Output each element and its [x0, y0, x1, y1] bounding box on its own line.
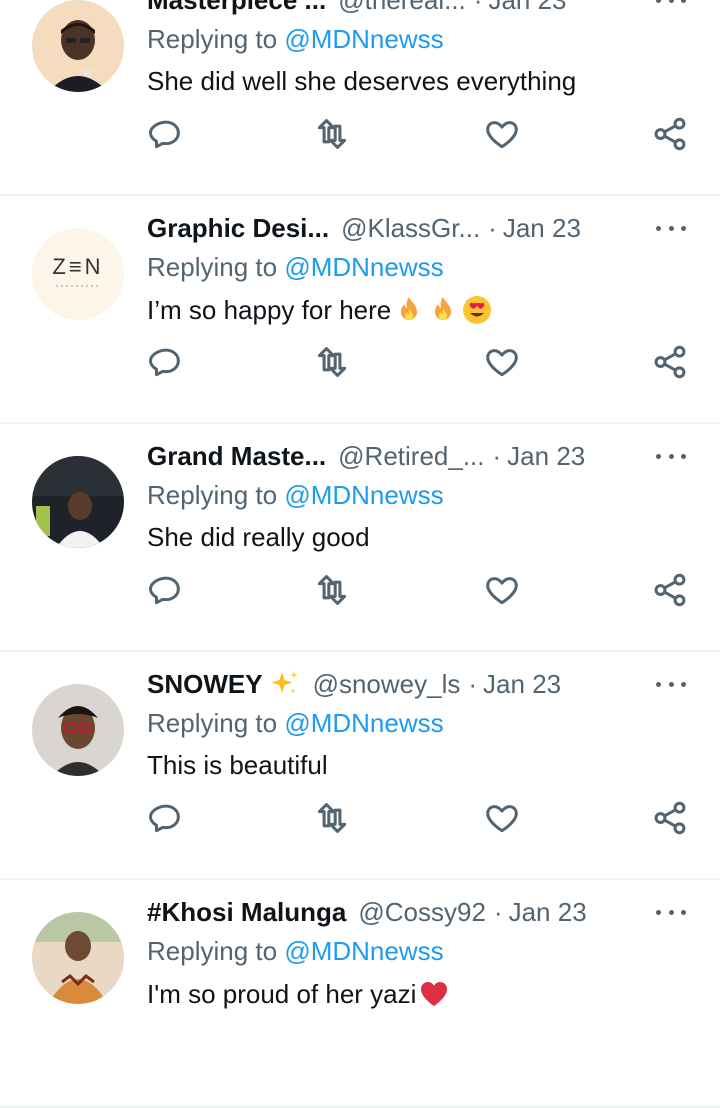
display-name[interactable]: Graphic Desi...	[147, 213, 329, 244]
timestamp[interactable]: Jan 23	[509, 897, 587, 928]
like-icon[interactable]	[483, 115, 521, 153]
heart-eyes-emoji	[461, 294, 493, 326]
replying-to-label: Replying to	[147, 708, 278, 738]
tweet-text: This is beautiful	[147, 750, 328, 781]
more-icon[interactable]	[656, 216, 686, 240]
avatar[interactable]	[32, 912, 124, 1004]
like-icon[interactable]	[483, 799, 521, 837]
tweet[interactable]: SNOWEY @snowey_ls · Jan 23 Replying to @…	[0, 652, 720, 880]
tweet[interactable]: Masterpiece ... @thereal... · Jan 23 Rep…	[0, 0, 720, 196]
replying-to: Replying to @MDNnewss	[147, 24, 444, 55]
avatar[interactable]: Z≡N	[32, 228, 124, 320]
tweet-body: I'm so proud of her yazi	[147, 978, 417, 1009]
separator-dot: ·	[492, 440, 502, 471]
tweet-header: Masterpiece ... @thereal... · Jan 23	[147, 0, 640, 22]
sparkles-emoji	[269, 668, 301, 700]
share-icon[interactable]	[651, 799, 689, 837]
tweet-body: This is beautiful	[147, 750, 328, 780]
replying-to: Replying to @MDNnewss	[147, 252, 444, 283]
tweet-body: She did really good	[147, 522, 370, 552]
mention-link[interactable]: @MDNnewss	[284, 936, 443, 966]
like-icon[interactable]	[483, 343, 521, 381]
action-bar	[147, 799, 689, 839]
mention-link[interactable]: @MDNnewss	[284, 480, 443, 510]
retweet-icon[interactable]	[313, 343, 351, 381]
replying-to-label: Replying to	[147, 24, 278, 54]
avatar[interactable]	[32, 684, 124, 776]
separator-dot: ·	[488, 212, 497, 243]
display-name[interactable]: Grand Maste...	[147, 441, 326, 472]
tweet-header: Grand Maste... @Retired_... · Jan 23	[147, 434, 640, 478]
retweet-icon[interactable]	[313, 115, 351, 153]
more-icon[interactable]	[656, 0, 686, 12]
replying-to-label: Replying to	[147, 480, 278, 510]
fire-emoji	[427, 294, 459, 326]
action-bar	[147, 115, 689, 155]
reply-feed: Masterpiece ... @thereal... · Jan 23 Rep…	[0, 0, 720, 1108]
handle[interactable]: @Cossy92	[358, 897, 486, 928]
timestamp[interactable]: Jan 23	[488, 0, 566, 16]
timestamp[interactable]: Jan 23	[483, 669, 561, 700]
more-icon[interactable]	[656, 444, 686, 468]
action-bar	[147, 571, 689, 611]
like-icon[interactable]	[483, 571, 521, 609]
avatar[interactable]	[32, 0, 124, 92]
handle[interactable]: @snowey_ls	[313, 669, 461, 700]
replying-to: Replying to @MDNnewss	[147, 708, 444, 739]
reply-icon[interactable]	[147, 571, 185, 609]
more-icon[interactable]	[656, 900, 686, 924]
reply-icon[interactable]	[147, 799, 185, 837]
mention-link[interactable]: @MDNnewss	[284, 252, 443, 282]
tweet[interactable]: Grand Maste... @Retired_... · Jan 23 Rep…	[0, 424, 720, 652]
tweet-text: She did well she deserves everything	[147, 66, 576, 97]
tweet[interactable]: #Khosi Malunga @Cossy92 · Jan 23 Replyin…	[0, 880, 720, 1108]
share-icon[interactable]	[651, 343, 689, 381]
tweet-text: I’m so happy for here	[147, 294, 493, 326]
display-name[interactable]: SNOWEY	[147, 669, 263, 700]
replying-to: Replying to @MDNnewss	[147, 480, 444, 511]
mention-link[interactable]: @MDNnewss	[284, 24, 443, 54]
replying-to-label: Replying to	[147, 252, 278, 282]
replying-to: Replying to @MDNnewss	[147, 936, 444, 967]
reply-icon[interactable]	[147, 343, 185, 381]
more-icon[interactable]	[656, 672, 686, 696]
mention-link[interactable]: @MDNnewss	[284, 708, 443, 738]
separator-dot: ·	[474, 0, 483, 16]
separator-dot: ·	[493, 896, 503, 927]
separator-dot: ·	[468, 668, 478, 699]
tweet-header: #Khosi Malunga @Cossy92 · Jan 23	[147, 890, 640, 934]
tweet-text: She did really good	[147, 522, 370, 553]
display-name[interactable]: #Khosi Malunga	[147, 897, 346, 928]
reply-icon[interactable]	[147, 115, 185, 153]
timestamp[interactable]: Jan 23	[503, 213, 581, 244]
share-icon[interactable]	[651, 115, 689, 153]
retweet-icon[interactable]	[313, 799, 351, 837]
tweet[interactable]: Z≡N Graphic Desi... @KlassGr... · Jan 23…	[0, 196, 720, 424]
retweet-icon[interactable]	[313, 571, 351, 609]
display-name[interactable]: Masterpiece ...	[147, 0, 326, 16]
tweet-header: SNOWEY @snowey_ls · Jan 23	[147, 662, 640, 706]
timestamp[interactable]: Jan 23	[507, 441, 585, 472]
tweet-header: Graphic Desi... @KlassGr... · Jan 23	[147, 206, 640, 250]
tweet-body: I’m so happy for here	[147, 294, 392, 325]
handle[interactable]: @KlassGr...	[341, 213, 480, 244]
handle[interactable]: @Retired_...	[338, 441, 484, 472]
avatar[interactable]	[32, 456, 124, 548]
red-heart-emoji	[418, 978, 450, 1010]
fire-emoji	[393, 294, 425, 326]
tweet-body: She did well she deserves everything	[147, 66, 577, 96]
share-icon[interactable]	[651, 571, 689, 609]
action-bar	[147, 343, 689, 383]
avatar-logo-text: Z≡N	[52, 254, 103, 279]
handle[interactable]: @thereal...	[338, 0, 466, 16]
tweet-text: I'm so proud of her yazi	[147, 978, 450, 1010]
replying-to-label: Replying to	[147, 936, 278, 966]
